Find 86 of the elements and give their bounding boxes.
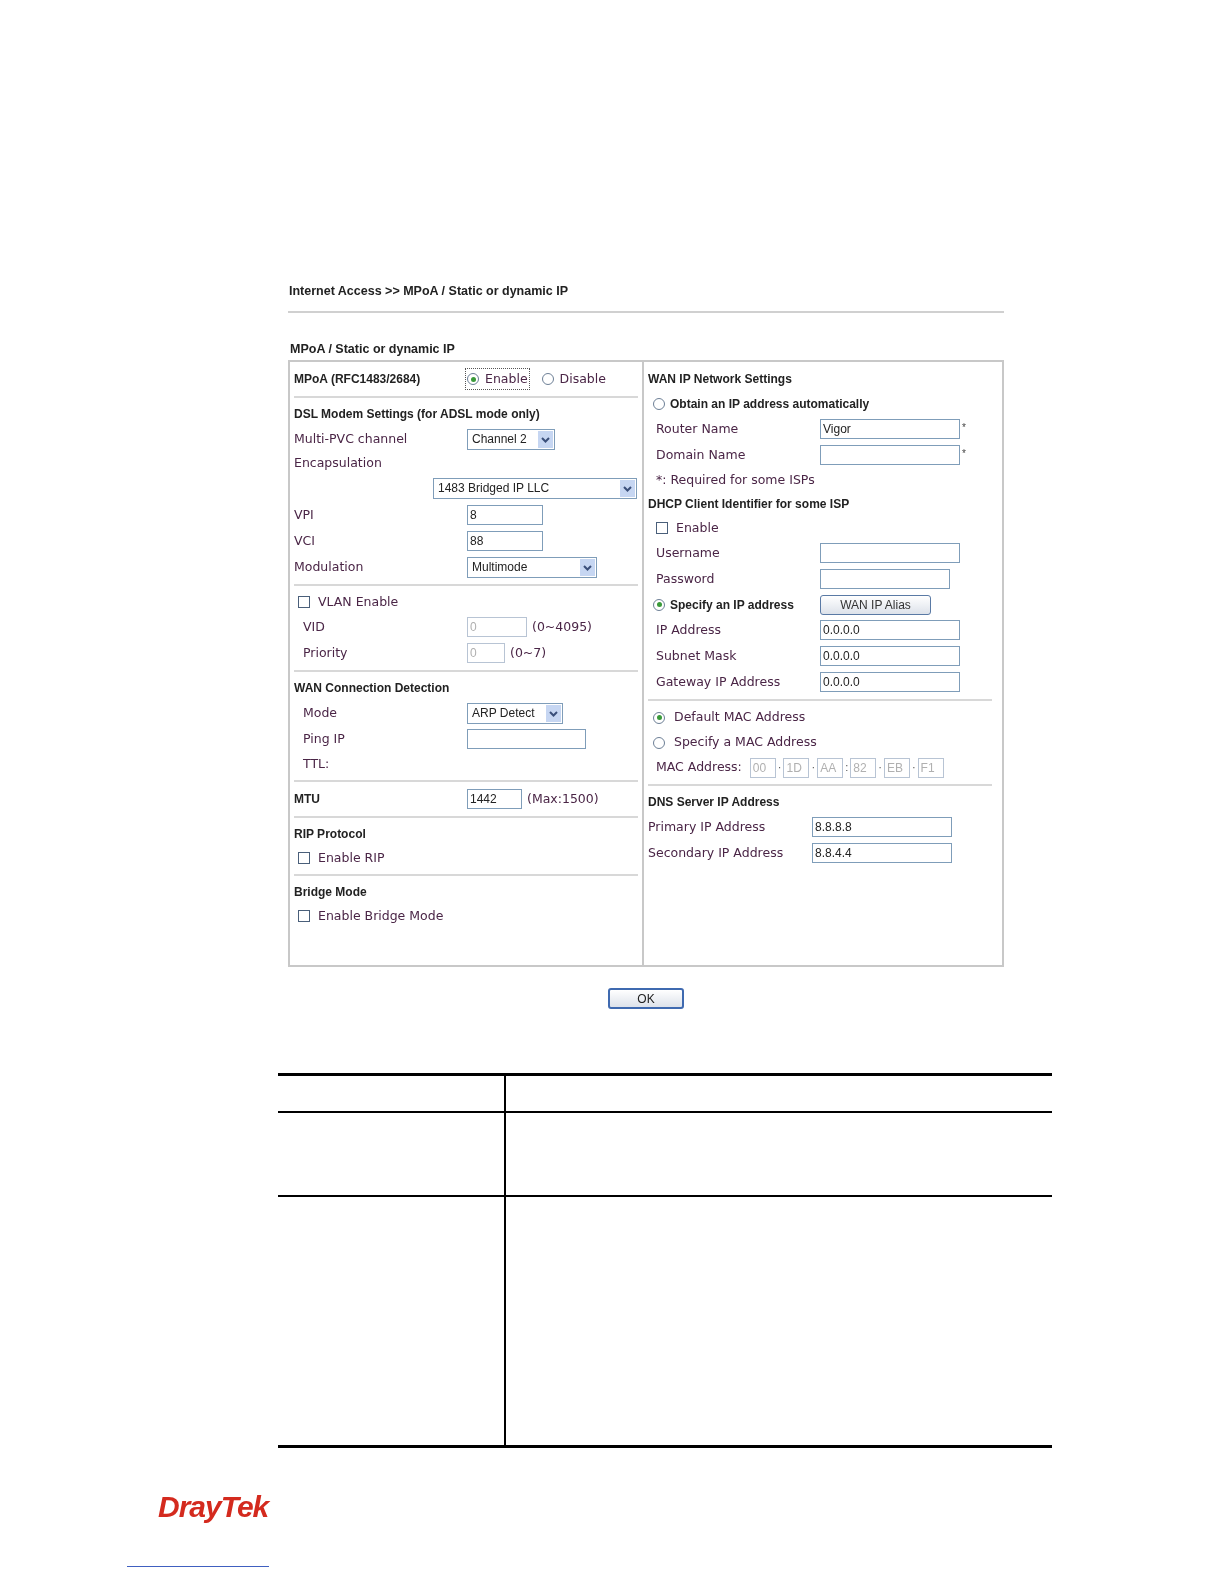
field-label: VCI — [294, 531, 316, 550]
ok-button[interactable]: OK — [608, 988, 684, 1009]
separator-text: · — [911, 760, 916, 776]
section-heading: RIP Protocol — [294, 826, 366, 843]
dropdown[interactable]: ARP Detect — [467, 702, 563, 724]
field-label: VPI — [294, 505, 315, 524]
radio-button[interactable] — [653, 736, 665, 749]
range-hint: (0~4095) — [532, 617, 592, 636]
logo: DrayTek — [158, 1490, 269, 1523]
radio-label: Disable — [559, 369, 606, 388]
separator-text: · — [811, 760, 816, 776]
field-label: MTU — [294, 791, 321, 808]
field-label: Modulation — [294, 557, 365, 576]
section-heading: DHCP Client Identifier for some ISP — [648, 496, 850, 513]
required-mark: * — [962, 421, 966, 435]
chevron-down-icon — [546, 704, 561, 722]
range-hint: (0~7) — [510, 643, 547, 662]
checkbox-label: Enable RIP — [318, 848, 385, 867]
field-label: Multi-PVC channel — [294, 429, 409, 448]
input-field[interactable] — [820, 445, 960, 465]
field-label: Gateway IP Address — [656, 672, 782, 691]
radio-button[interactable] — [541, 373, 554, 385]
wan-ip-alias-button[interactable]: WAN IP Alias — [820, 594, 931, 615]
input-field[interactable]: 0.0.0.0 — [820, 672, 960, 692]
field-label: Priority — [303, 643, 349, 662]
section-heading: WAN IP Network Settings — [648, 371, 792, 388]
input-field[interactable]: 0.0.0.0 — [820, 646, 960, 666]
radio-button[interactable] — [467, 373, 479, 385]
field-label: Subnet Mask — [656, 646, 738, 665]
field-label: Secondary IP Address — [648, 843, 785, 862]
range-hint: (Max:1500) — [527, 789, 599, 808]
field-label: MAC Address: — [656, 758, 742, 777]
field-label: IP Address — [656, 620, 722, 639]
required-mark: * — [962, 447, 966, 461]
field-label: Primary IP Address — [648, 817, 767, 836]
field-label: Router Name — [656, 419, 740, 438]
dropdown[interactable]: Multimode — [467, 556, 597, 578]
checkbox-label: VLAN Enable — [318, 592, 399, 611]
input-field[interactable]: 1442 — [467, 789, 522, 809]
field-label: Password — [656, 569, 716, 588]
checkbox-label: Enable — [676, 518, 719, 537]
chevron-down-icon — [620, 479, 635, 497]
input-field[interactable] — [820, 569, 950, 589]
separator-text: · — [777, 760, 782, 776]
note-text: *: Required for some ISPs — [656, 470, 815, 489]
radio-label: Obtain an IP address automatically — [670, 395, 870, 413]
field-label: Domain Name — [656, 445, 747, 464]
separator-text: · — [878, 760, 882, 776]
section-heading: WAN Connection Detection — [294, 680, 450, 697]
breadcrumb: Internet Access >> MPoA / Static or dynamic IP — [288, 283, 570, 300]
separator-text: : — [845, 760, 849, 776]
chevron-down-icon — [538, 430, 553, 448]
field-label: VID — [303, 617, 326, 636]
field-label: Mode — [303, 703, 339, 722]
radio-button[interactable] — [653, 711, 665, 724]
checkbox[interactable] — [298, 596, 310, 608]
section-heading: Bridge Mode — [294, 884, 367, 901]
input-field[interactable]: 8 — [467, 505, 543, 525]
input-field[interactable]: 88 — [467, 531, 543, 551]
chevron-down-icon — [580, 558, 595, 576]
note-text: TTL: — [303, 754, 330, 773]
checkbox-label: Enable Bridge Mode — [318, 906, 444, 925]
radio-label: Specify a MAC Address — [674, 733, 817, 752]
field-label: Ping IP — [303, 729, 346, 748]
panel-title: MPoA / Static or dynamic IP — [289, 341, 456, 356]
radio-label: Enable — [485, 369, 528, 388]
field-label: Encapsulation — [294, 453, 382, 472]
field-label: Username — [656, 543, 721, 562]
checkbox[interactable] — [656, 522, 668, 534]
checkbox[interactable] — [298, 910, 310, 922]
radio-label: Specify an IP address — [670, 596, 795, 614]
input-field[interactable]: 8.8.8.8 — [812, 817, 952, 837]
input-field[interactable]: 0.0.0.0 — [820, 620, 960, 640]
radio-button[interactable] — [653, 598, 665, 611]
radio-label: Default MAC Address — [674, 708, 806, 727]
checkbox[interactable] — [298, 852, 310, 864]
input-field[interactable]: Vigor — [820, 419, 960, 439]
section-heading: DNS Server IP Address — [648, 794, 780, 811]
dropdown[interactable]: 1483 Bridged IP LLC — [433, 477, 637, 499]
field-label: MPoA (RFC1483/2684) — [294, 371, 422, 388]
input-field[interactable] — [820, 543, 960, 563]
section-heading: DSL Modem Settings (for ADSL mode only) — [294, 406, 540, 423]
dropdown[interactable]: Channel 2 — [467, 428, 555, 450]
radio-button[interactable] — [653, 397, 665, 410]
input-field[interactable]: 8.8.4.4 — [812, 843, 952, 863]
input-field[interactable] — [467, 729, 586, 749]
